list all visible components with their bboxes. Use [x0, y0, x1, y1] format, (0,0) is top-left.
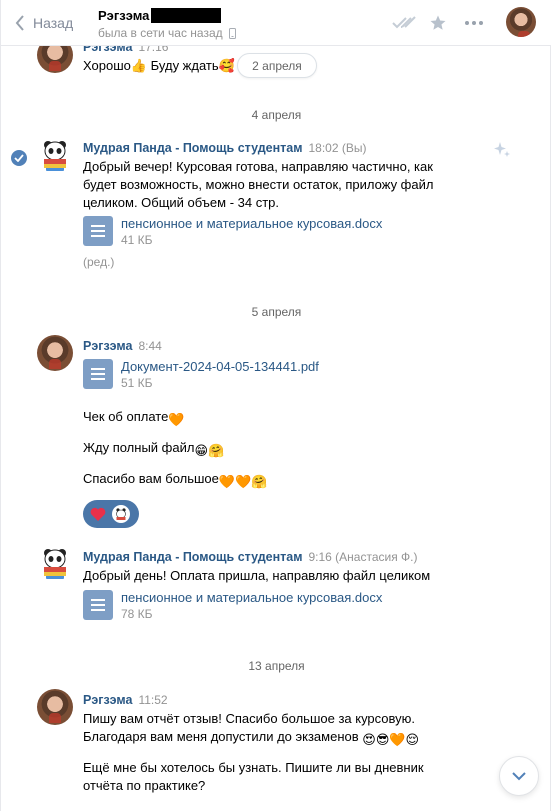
message-text: Пишу вам отчёт отзыв! Спасибо большое за…: [83, 711, 420, 747]
mobile-icon: [228, 27, 236, 39]
avatar[interactable]: [37, 545, 73, 581]
date-separator: 5 апреля: [251, 305, 302, 319]
reactions-bar[interactable]: [83, 500, 139, 528]
back-label: Назад: [33, 15, 74, 31]
back-button[interactable]: Назад: [15, 12, 73, 34]
heart-icon: 🧡: [168, 412, 185, 427]
message-text: Жду полный файл😁🤗: [83, 440, 225, 458]
panda-icon: [44, 141, 66, 171]
star-icon[interactable]: [428, 12, 448, 34]
message-author[interactable]: Мудрая Панда - Помощь студентам 18:02 (Вы…: [83, 141, 366, 155]
chat-header: Назад Рэгзэма была в сети час назад: [1, 0, 551, 46]
message-author[interactable]: Мудрая Панда - Помощь студентам 9:16 (Ана…: [83, 550, 418, 564]
hearts-emoji-icon: 🧡🧡🤗: [218, 474, 268, 489]
document-size: 78 КБ: [121, 607, 153, 621]
date-separator: 13 апреля: [248, 659, 305, 673]
floating-date-pill: 2 апреля: [237, 53, 317, 78]
message-text: Спасибо вам большое🧡🧡🤗: [83, 471, 268, 489]
date-separator: 4 апреля: [251, 108, 302, 122]
message-author[interactable]: Рэгзэма 11:52: [83, 693, 168, 707]
chevron-down-icon: [512, 771, 526, 780]
heart-reaction-icon: [90, 507, 106, 521]
document-name[interactable]: Документ-2024-04-05-134441.pdf: [121, 359, 319, 375]
document-attachment[interactable]: пенсионное и материальное курсовая.docx …: [83, 590, 382, 622]
document-attachment[interactable]: Документ-2024-04-05-134441.pdf 51 КБ: [83, 359, 319, 391]
reactor-avatar: [112, 505, 130, 523]
header-avatar[interactable]: [506, 7, 536, 37]
panda-icon: [44, 549, 66, 579]
grin-emoji-icon: 😁🤗: [194, 443, 225, 458]
avatar[interactable]: [37, 137, 73, 173]
document-name[interactable]: пенсионное и материальное курсовая.docx: [121, 216, 382, 232]
sparkle-icon[interactable]: [492, 140, 512, 163]
document-attachment[interactable]: пенсионное и материальное курсовая.docx …: [83, 216, 382, 248]
document-icon: [83, 359, 113, 389]
document-size: 51 КБ: [121, 376, 153, 390]
document-icon: [83, 590, 113, 620]
document-name[interactable]: пенсионное и материальное курсовая.docx: [121, 590, 382, 606]
document-icon: [83, 216, 113, 246]
peer-status: была в сети час назад: [98, 26, 236, 40]
message-text: Хорошо👍 Буду ждать🥰: [83, 58, 235, 73]
message-text: Ещё мне бы хотелось бы узнать. Пишите ли…: [83, 760, 424, 793]
edited-label: (ред.): [83, 255, 115, 269]
chevron-left-icon: [15, 15, 24, 31]
double-check-icon[interactable]: [391, 12, 419, 34]
avatar[interactable]: [37, 335, 73, 371]
scroll-down-button[interactable]: [499, 756, 539, 796]
avatar[interactable]: [37, 689, 73, 725]
message-author[interactable]: Рэгзэма 8:44: [83, 339, 162, 353]
chat-window: Назад Рэгзэма была в сети час назад Рэгз…: [0, 0, 551, 811]
redaction-bar: [151, 8, 222, 23]
message-text: Добрый день! Оплата пришла, направляю фа…: [83, 568, 431, 583]
selected-check-icon[interactable]: [11, 150, 27, 166]
emoji-group-icon: 😍😎🧡😌: [362, 732, 420, 747]
message-text: Чек об оплате🧡: [83, 409, 185, 427]
peer-name[interactable]: Рэгзэма: [98, 8, 222, 23]
message-text: Добрый вечер! Курсовая готова, направляю…: [83, 159, 434, 210]
document-size: 41 КБ: [121, 233, 153, 247]
more-icon[interactable]: [463, 12, 485, 34]
